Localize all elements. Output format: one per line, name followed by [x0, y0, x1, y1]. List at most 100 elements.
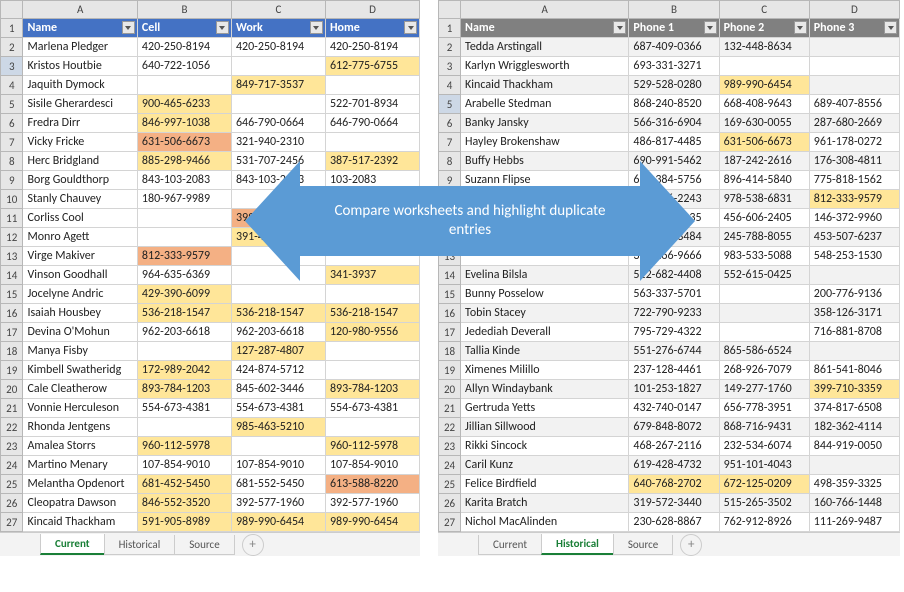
cell[interactable]: 989-990-6454 [325, 513, 419, 532]
cell[interactable]: 672-125-0209 [719, 475, 809, 494]
select-all[interactable] [439, 1, 461, 19]
cell[interactable]: 656-778-3951 [719, 399, 809, 418]
filter-dropdown-icon[interactable] [122, 21, 135, 34]
cell[interactable]: Borg Gouldthorp [23, 171, 137, 190]
cell[interactable]: 551-276-6744 [629, 342, 719, 361]
col-header-A[interactable]: A [461, 1, 629, 19]
sheet-tab-current[interactable]: Current [40, 534, 105, 555]
row-header[interactable]: 1 [1, 19, 23, 38]
cell[interactable]: Jocelyne Andric [23, 285, 137, 304]
cell[interactable]: 613-588-8220 [325, 475, 419, 494]
cell[interactable]: 456-606-2405 [719, 209, 809, 228]
cell[interactable]: Isaiah Housbey [23, 304, 137, 323]
row-header[interactable]: 5 [1, 95, 23, 114]
cell[interactable]: 554-673-4381 [325, 399, 419, 418]
row-header[interactable]: 7 [1, 133, 23, 152]
row-header[interactable]: 21 [439, 399, 461, 418]
cell[interactable]: 120-980-9556 [325, 323, 419, 342]
cell[interactable]: 631-506-6673 [719, 133, 809, 152]
cell[interactable]: 983-533-5088 [719, 247, 809, 266]
row-header[interactable]: 14 [1, 266, 23, 285]
cell[interactable]: Rhonda Jentgens [23, 418, 137, 437]
cell[interactable]: Banky Jansky [461, 114, 629, 133]
cell[interactable]: 232-534-6074 [719, 437, 809, 456]
cell[interactable]: 865-586-6524 [719, 342, 809, 361]
cell[interactable]: 989-990-6454 [231, 513, 325, 532]
cell[interactable]: 845-602-3446 [231, 380, 325, 399]
cell[interactable]: Kincaid Thackham [461, 76, 629, 95]
table-header-0[interactable]: Name [461, 19, 629, 38]
cell[interactable]: Vinson Goodhall [23, 266, 137, 285]
row-header[interactable]: 26 [439, 494, 461, 513]
cell[interactable]: 591-905-8989 [137, 513, 231, 532]
cell[interactable] [231, 247, 325, 266]
cell[interactable]: 722-790-9233 [629, 304, 719, 323]
cell[interactable]: 529-528-0280 [629, 76, 719, 95]
table-header-0[interactable]: Name [23, 19, 137, 38]
cell[interactable]: 554-673-4381 [137, 399, 231, 418]
sheet-tab-source[interactable]: Source [174, 535, 234, 555]
col-header-C[interactable]: C [231, 1, 325, 19]
cell[interactable]: 612-775-6755 [325, 57, 419, 76]
cell[interactable]: 420-250-8194 [231, 38, 325, 57]
cell[interactable]: 960-112-5978 [325, 437, 419, 456]
cell[interactable]: 775-818-1562 [809, 171, 899, 190]
cell[interactable]: Ximenes Milillo [461, 361, 629, 380]
cell[interactable]: 127-287-4807 [231, 342, 325, 361]
cell[interactable] [231, 266, 325, 285]
cell[interactable] [325, 418, 419, 437]
cell[interactable]: Corliss Cool [23, 209, 137, 228]
cell[interactable]: 631-506-6673 [137, 133, 231, 152]
cell[interactable]: 237-128-4461 [629, 361, 719, 380]
row-header[interactable]: 4 [439, 76, 461, 95]
cell[interactable]: 893-784-1203 [325, 380, 419, 399]
row-header[interactable]: 13 [439, 247, 461, 266]
table-header-3[interactable]: Phone 3 [809, 19, 899, 38]
cell[interactable]: Evelina Bilsla [461, 266, 629, 285]
cell[interactable]: 311-166-9666 [629, 247, 719, 266]
cell[interactable]: 498-359-3325 [809, 475, 899, 494]
sheet-tab-historical[interactable]: Historical [541, 534, 614, 555]
row-header[interactable]: 20 [439, 380, 461, 399]
cell[interactable]: 319-572-3440 [629, 494, 719, 513]
row-header[interactable]: 9 [1, 171, 23, 190]
cell[interactable]: 689-407-8556 [809, 95, 899, 114]
grid-left[interactable]: ABCD1NameCellWorkHome2Marlena Pledger420… [0, 0, 420, 532]
row-header[interactable]: 15 [439, 285, 461, 304]
cell[interactable]: 868-240-8520 [629, 95, 719, 114]
cell[interactable]: 812-333-9579 [137, 247, 231, 266]
cell[interactable]: Karlyn Wrigglesworth [461, 57, 629, 76]
cell[interactable]: Jaquith Dymock [23, 76, 137, 95]
filter-dropdown-icon[interactable] [216, 21, 229, 34]
cell[interactable]: Karita Bratch [461, 494, 629, 513]
cell[interactable] [325, 342, 419, 361]
cell[interactable]: 563-337-5701 [629, 285, 719, 304]
cell[interactable] [231, 285, 325, 304]
cell[interactable]: 566-316-6904 [629, 114, 719, 133]
cell[interactable] [325, 190, 419, 209]
cell[interactable]: 716-881-8708 [809, 323, 899, 342]
cell[interactable] [461, 228, 629, 247]
row-header[interactable]: 13 [1, 247, 23, 266]
cell[interactable]: Tobin Stacey [461, 304, 629, 323]
row-header[interactable]: 20 [1, 380, 23, 399]
cell[interactable] [325, 209, 419, 228]
cell[interactable]: 536-218-1547 [325, 304, 419, 323]
cell[interactable]: 552-615-0425 [719, 266, 809, 285]
cell[interactable]: Monro Agett [23, 228, 137, 247]
row-header[interactable]: 16 [1, 304, 23, 323]
cell[interactable]: Bunny Posselow [461, 285, 629, 304]
cell[interactable]: 268-926-7079 [719, 361, 809, 380]
cell[interactable]: Fredra Dirr [23, 114, 137, 133]
cell[interactable] [231, 57, 325, 76]
cell[interactable] [809, 38, 899, 57]
cell[interactable]: Herc Bridgland [23, 152, 137, 171]
cell[interactable]: 399-710-3359 [809, 380, 899, 399]
cell[interactable]: 671-384-5756 [629, 171, 719, 190]
cell[interactable] [325, 228, 419, 247]
cell[interactable]: 891-444-3484 [629, 228, 719, 247]
row-header[interactable]: 10 [1, 190, 23, 209]
cell[interactable]: Stanly Chauvey [23, 190, 137, 209]
cell[interactable]: 176-308-4811 [809, 152, 899, 171]
grid-right[interactable]: ABCD1NamePhone 1Phone 2Phone 32Tedda Ars… [438, 0, 900, 532]
